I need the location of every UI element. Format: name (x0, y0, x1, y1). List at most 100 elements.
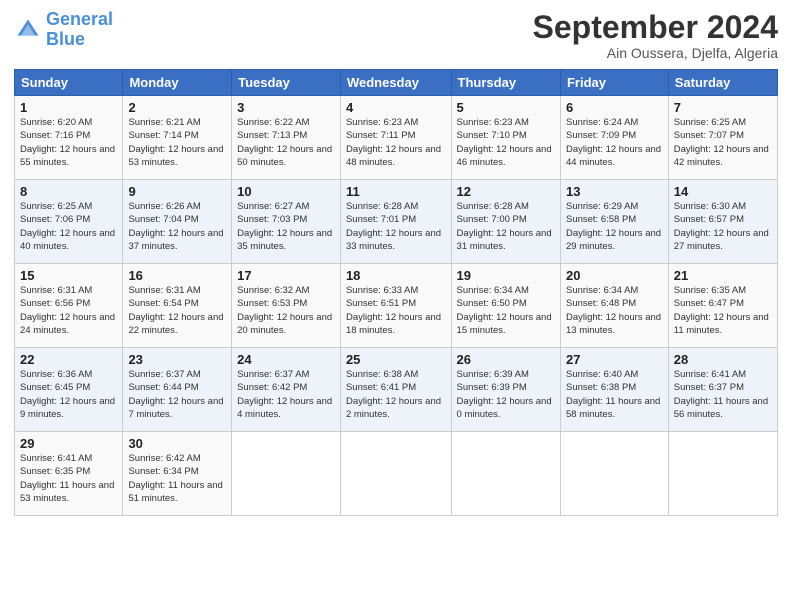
day-info: Sunrise: 6:21 AMSunset: 7:14 PMDaylight:… (128, 116, 226, 169)
day-number: 5 (457, 100, 555, 115)
calendar-cell: 16Sunrise: 6:31 AMSunset: 6:54 PMDayligh… (123, 264, 232, 348)
day-number: 8 (20, 184, 117, 199)
month-title: September 2024 (533, 10, 778, 45)
day-info: Sunrise: 6:27 AMSunset: 7:03 PMDaylight:… (237, 200, 335, 253)
calendar-cell: 28Sunrise: 6:41 AMSunset: 6:37 PMDayligh… (668, 348, 777, 432)
logo-line2: Blue (46, 30, 113, 50)
calendar-cell (451, 432, 560, 516)
day-info: Sunrise: 6:24 AMSunset: 7:09 PMDaylight:… (566, 116, 663, 169)
day-number: 21 (674, 268, 772, 283)
day-info: Sunrise: 6:39 AMSunset: 6:39 PMDaylight:… (457, 368, 555, 421)
calendar-cell: 26Sunrise: 6:39 AMSunset: 6:39 PMDayligh… (451, 348, 560, 432)
calendar-cell: 17Sunrise: 6:32 AMSunset: 6:53 PMDayligh… (232, 264, 341, 348)
calendar-cell: 6Sunrise: 6:24 AMSunset: 7:09 PMDaylight… (560, 96, 668, 180)
day-number: 19 (457, 268, 555, 283)
calendar-cell: 22Sunrise: 6:36 AMSunset: 6:45 PMDayligh… (15, 348, 123, 432)
day-info: Sunrise: 6:38 AMSunset: 6:41 PMDaylight:… (346, 368, 446, 421)
day-info: Sunrise: 6:28 AMSunset: 7:00 PMDaylight:… (457, 200, 555, 253)
calendar-cell: 10Sunrise: 6:27 AMSunset: 7:03 PMDayligh… (232, 180, 341, 264)
calendar-cell: 23Sunrise: 6:37 AMSunset: 6:44 PMDayligh… (123, 348, 232, 432)
calendar-cell: 3Sunrise: 6:22 AMSunset: 7:13 PMDaylight… (232, 96, 341, 180)
calendar-week-row: 1Sunrise: 6:20 AMSunset: 7:16 PMDaylight… (15, 96, 778, 180)
day-number: 25 (346, 352, 446, 367)
calendar-cell: 25Sunrise: 6:38 AMSunset: 6:41 PMDayligh… (340, 348, 451, 432)
day-info: Sunrise: 6:28 AMSunset: 7:01 PMDaylight:… (346, 200, 446, 253)
calendar: SundayMondayTuesdayWednesdayThursdayFrid… (14, 69, 778, 516)
day-number: 16 (128, 268, 226, 283)
calendar-cell: 14Sunrise: 6:30 AMSunset: 6:57 PMDayligh… (668, 180, 777, 264)
day-info: Sunrise: 6:31 AMSunset: 6:56 PMDaylight:… (20, 284, 117, 337)
day-info: Sunrise: 6:22 AMSunset: 7:13 PMDaylight:… (237, 116, 335, 169)
day-number: 11 (346, 184, 446, 199)
logo: General Blue (14, 10, 113, 50)
calendar-cell: 24Sunrise: 6:37 AMSunset: 6:42 PMDayligh… (232, 348, 341, 432)
calendar-week-row: 29Sunrise: 6:41 AMSunset: 6:35 PMDayligh… (15, 432, 778, 516)
day-info: Sunrise: 6:33 AMSunset: 6:51 PMDaylight:… (346, 284, 446, 337)
calendar-cell (232, 432, 341, 516)
calendar-body: 1Sunrise: 6:20 AMSunset: 7:16 PMDaylight… (15, 96, 778, 516)
day-info: Sunrise: 6:42 AMSunset: 6:34 PMDaylight:… (128, 452, 226, 505)
day-number: 23 (128, 352, 226, 367)
day-info: Sunrise: 6:25 AMSunset: 7:06 PMDaylight:… (20, 200, 117, 253)
day-number: 18 (346, 268, 446, 283)
day-info: Sunrise: 6:25 AMSunset: 7:07 PMDaylight:… (674, 116, 772, 169)
day-number: 29 (20, 436, 117, 451)
day-number: 1 (20, 100, 117, 115)
day-number: 28 (674, 352, 772, 367)
calendar-header-cell: Friday (560, 70, 668, 96)
calendar-cell: 2Sunrise: 6:21 AMSunset: 7:14 PMDaylight… (123, 96, 232, 180)
day-info: Sunrise: 6:23 AMSunset: 7:10 PMDaylight:… (457, 116, 555, 169)
day-number: 17 (237, 268, 335, 283)
day-number: 22 (20, 352, 117, 367)
day-number: 20 (566, 268, 663, 283)
day-info: Sunrise: 6:20 AMSunset: 7:16 PMDaylight:… (20, 116, 117, 169)
calendar-cell: 11Sunrise: 6:28 AMSunset: 7:01 PMDayligh… (340, 180, 451, 264)
day-info: Sunrise: 6:34 AMSunset: 6:50 PMDaylight:… (457, 284, 555, 337)
location-title: Ain Oussera, Djelfa, Algeria (533, 45, 778, 61)
day-number: 7 (674, 100, 772, 115)
day-info: Sunrise: 6:41 AMSunset: 6:37 PMDaylight:… (674, 368, 772, 421)
calendar-cell: 1Sunrise: 6:20 AMSunset: 7:16 PMDaylight… (15, 96, 123, 180)
logo-text: General Blue (46, 10, 113, 50)
day-number: 27 (566, 352, 663, 367)
day-info: Sunrise: 6:37 AMSunset: 6:44 PMDaylight:… (128, 368, 226, 421)
calendar-cell: 9Sunrise: 6:26 AMSunset: 7:04 PMDaylight… (123, 180, 232, 264)
header: General Blue September 2024 Ain Oussera,… (14, 10, 778, 61)
day-number: 6 (566, 100, 663, 115)
calendar-cell: 15Sunrise: 6:31 AMSunset: 6:56 PMDayligh… (15, 264, 123, 348)
calendar-cell: 19Sunrise: 6:34 AMSunset: 6:50 PMDayligh… (451, 264, 560, 348)
day-info: Sunrise: 6:36 AMSunset: 6:45 PMDaylight:… (20, 368, 117, 421)
day-info: Sunrise: 6:35 AMSunset: 6:47 PMDaylight:… (674, 284, 772, 337)
calendar-cell: 8Sunrise: 6:25 AMSunset: 7:06 PMDaylight… (15, 180, 123, 264)
day-number: 30 (128, 436, 226, 451)
day-number: 13 (566, 184, 663, 199)
calendar-cell: 27Sunrise: 6:40 AMSunset: 6:38 PMDayligh… (560, 348, 668, 432)
day-number: 12 (457, 184, 555, 199)
calendar-cell: 18Sunrise: 6:33 AMSunset: 6:51 PMDayligh… (340, 264, 451, 348)
day-number: 14 (674, 184, 772, 199)
page-container: General Blue September 2024 Ain Oussera,… (0, 0, 792, 526)
calendar-cell: 12Sunrise: 6:28 AMSunset: 7:00 PMDayligh… (451, 180, 560, 264)
day-info: Sunrise: 6:41 AMSunset: 6:35 PMDaylight:… (20, 452, 117, 505)
calendar-header-cell: Monday (123, 70, 232, 96)
calendar-cell (560, 432, 668, 516)
calendar-header-cell: Thursday (451, 70, 560, 96)
calendar-cell (340, 432, 451, 516)
calendar-cell: 7Sunrise: 6:25 AMSunset: 7:07 PMDaylight… (668, 96, 777, 180)
day-info: Sunrise: 6:30 AMSunset: 6:57 PMDaylight:… (674, 200, 772, 253)
day-number: 26 (457, 352, 555, 367)
calendar-cell: 30Sunrise: 6:42 AMSunset: 6:34 PMDayligh… (123, 432, 232, 516)
title-block: September 2024 Ain Oussera, Djelfa, Alge… (533, 10, 778, 61)
calendar-header-cell: Tuesday (232, 70, 341, 96)
calendar-cell: 29Sunrise: 6:41 AMSunset: 6:35 PMDayligh… (15, 432, 123, 516)
calendar-week-row: 8Sunrise: 6:25 AMSunset: 7:06 PMDaylight… (15, 180, 778, 264)
calendar-cell: 21Sunrise: 6:35 AMSunset: 6:47 PMDayligh… (668, 264, 777, 348)
day-info: Sunrise: 6:26 AMSunset: 7:04 PMDaylight:… (128, 200, 226, 253)
calendar-cell: 13Sunrise: 6:29 AMSunset: 6:58 PMDayligh… (560, 180, 668, 264)
logo-icon (14, 16, 42, 44)
day-info: Sunrise: 6:29 AMSunset: 6:58 PMDaylight:… (566, 200, 663, 253)
calendar-cell (668, 432, 777, 516)
calendar-cell: 20Sunrise: 6:34 AMSunset: 6:48 PMDayligh… (560, 264, 668, 348)
day-info: Sunrise: 6:40 AMSunset: 6:38 PMDaylight:… (566, 368, 663, 421)
logo-line1: General (46, 9, 113, 29)
